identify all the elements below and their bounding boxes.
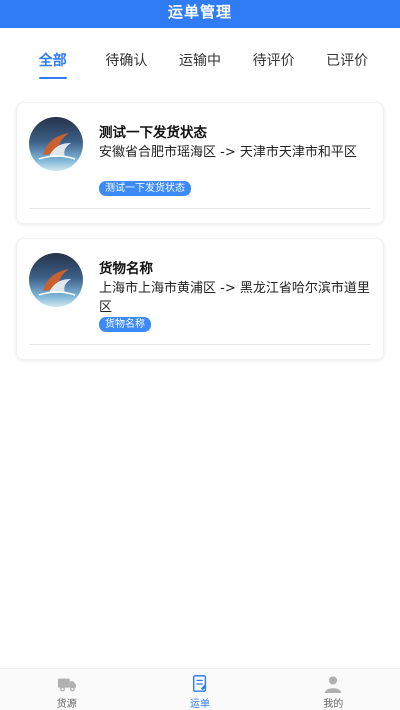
bottom-tabbar: 货源 运单 我的 [0,668,400,710]
order-route: 安徽省合肥市瑶海区 -> 天津市天津市和平区 [99,145,357,160]
order-title: 货物名称 [99,261,153,277]
tabbar-item-waybill[interactable]: 运单 [160,669,240,710]
tabbar-item-cargo[interactable]: 货源 [27,669,107,710]
status-tabs: 全部 待确认 运输中 待评价 已评价 [0,40,400,84]
tabbar-label: 运单 [189,699,210,710]
order-avatar [29,253,83,307]
card-divider [29,344,371,345]
card-divider [29,208,371,209]
order-avatar [29,117,83,171]
order-list: 测试一下发货状态 安徽省合肥市瑶海区 -> 天津市天津市和平区 测试一下发货状态… [16,102,384,374]
tabbar-label: 货源 [56,699,77,710]
order-title: 测试一下发货状态 [99,125,207,141]
order-tag: 测试一下发货状态 [99,181,191,196]
logo-icon [38,133,76,160]
order-route: 上海市上海市黄浦区 -> 黑龙江省哈尔滨市道里区 [99,281,370,315]
order-card[interactable]: 测试一下发货状态 安徽省合肥市瑶海区 -> 天津市天津市和平区 测试一下发货状态 [16,102,384,224]
user-icon [325,676,342,693]
order-card[interactable]: 货物名称 上海市上海市黄浦区 -> 黑龙江省哈尔滨市道里区 货物名称 [16,238,384,360]
tab-reviewed[interactable]: 已评价 [316,40,378,84]
truck-icon [57,678,76,692]
order-tag: 货物名称 [99,317,151,332]
tab-pending-review[interactable]: 待评价 [243,40,305,84]
tabbar-item-me[interactable]: 我的 [293,669,373,710]
logo-icon [38,269,76,296]
tabbar-label: 我的 [323,699,344,710]
tab-pending-confirm[interactable]: 待确认 [95,40,157,84]
page-title: 运单管理 [167,2,232,21]
waybill-icon [192,675,207,692]
tab-in-transit[interactable]: 运输中 [169,40,231,84]
app-header: 运单管理 [0,0,400,28]
tab-all[interactable]: 全部 [22,40,84,84]
